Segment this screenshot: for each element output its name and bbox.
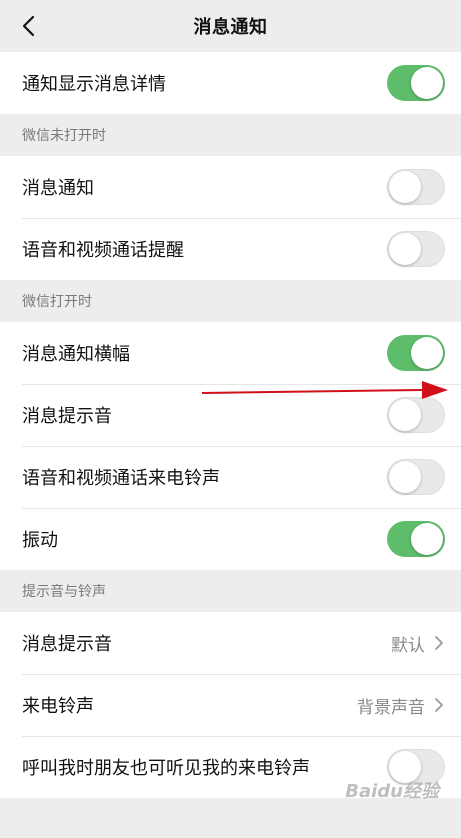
row-value: 背景声音 — [357, 697, 425, 718]
row-label: 消息通知横幅 — [22, 344, 130, 365]
row-notification-banner: 消息通知横幅 — [0, 322, 461, 384]
row-message-sound-toggle: 消息提示音 — [0, 384, 461, 446]
call-ringtone-toggle[interactable] — [387, 459, 445, 495]
row-label: 来电铃声 — [22, 696, 94, 717]
toggle-knob — [389, 751, 421, 783]
vibrate-toggle[interactable] — [387, 521, 445, 557]
row-call-ringtone: 语音和视频通话来电铃声 — [0, 446, 461, 508]
message-sound-toggle[interactable] — [387, 397, 445, 433]
page-title: 消息通知 — [193, 17, 268, 38]
row-vibrate: 振动 — [0, 508, 461, 570]
toggle-knob — [411, 523, 443, 555]
show-details-toggle[interactable] — [387, 65, 445, 101]
back-button[interactable] — [14, 12, 42, 40]
section-header-sounds: 提示音与铃声 — [0, 570, 461, 612]
group-show-details: 通知显示消息详情 — [0, 52, 461, 114]
toggle-knob — [389, 399, 421, 431]
toggle-knob — [411, 67, 443, 99]
row-message-sound[interactable]: 消息提示音 默认 — [0, 612, 461, 674]
nav-bar: 消息通知 — [0, 0, 461, 52]
row-value: 默认 — [391, 635, 425, 656]
chevron-right-icon — [433, 633, 445, 653]
footer-spacer — [0, 798, 461, 838]
chevron-right-icon — [433, 695, 445, 715]
toggle-knob — [389, 171, 421, 203]
toggle-knob — [389, 233, 421, 265]
row-label: 语音和视频通话来电铃声 — [22, 468, 220, 489]
row-label: 振动 — [22, 530, 58, 551]
toggle-knob — [389, 461, 421, 493]
row-label: 通知显示消息详情 — [22, 74, 166, 95]
row-friends-hear-ringtone: 呼叫我时朋友也可听见我的来电铃声 — [0, 736, 461, 798]
row-label: 消息通知 — [22, 178, 94, 199]
friends-hear-ringtone-toggle[interactable] — [387, 749, 445, 785]
row-show-details: 通知显示消息详情 — [0, 52, 461, 114]
row-message-notification: 消息通知 — [0, 156, 461, 218]
call-reminder-toggle[interactable] — [387, 231, 445, 267]
message-notification-toggle[interactable] — [387, 169, 445, 205]
section-header-open: 微信打开时 — [0, 280, 461, 322]
row-call-reminder: 语音和视频通话提醒 — [0, 218, 461, 280]
row-label: 语音和视频通话提醒 — [22, 240, 184, 261]
group-sounds: 消息提示音 默认 来电铃声 背景声音 呼叫我时朋友也可听见我的来电铃声 — [0, 612, 461, 798]
row-label: 消息提示音 — [22, 406, 112, 427]
notification-banner-toggle[interactable] — [387, 335, 445, 371]
section-header-closed: 微信未打开时 — [0, 114, 461, 156]
chevron-left-icon — [22, 15, 35, 37]
toggle-knob — [411, 337, 443, 369]
row-label: 呼叫我时朋友也可听见我的来电铃声 — [22, 758, 310, 779]
row-ringtone[interactable]: 来电铃声 背景声音 — [0, 674, 461, 736]
group-open: 消息通知横幅 消息提示音 语音和视频通话来电铃声 振动 — [0, 322, 461, 570]
row-label: 消息提示音 — [22, 634, 112, 655]
group-closed: 消息通知 语音和视频通话提醒 — [0, 156, 461, 280]
